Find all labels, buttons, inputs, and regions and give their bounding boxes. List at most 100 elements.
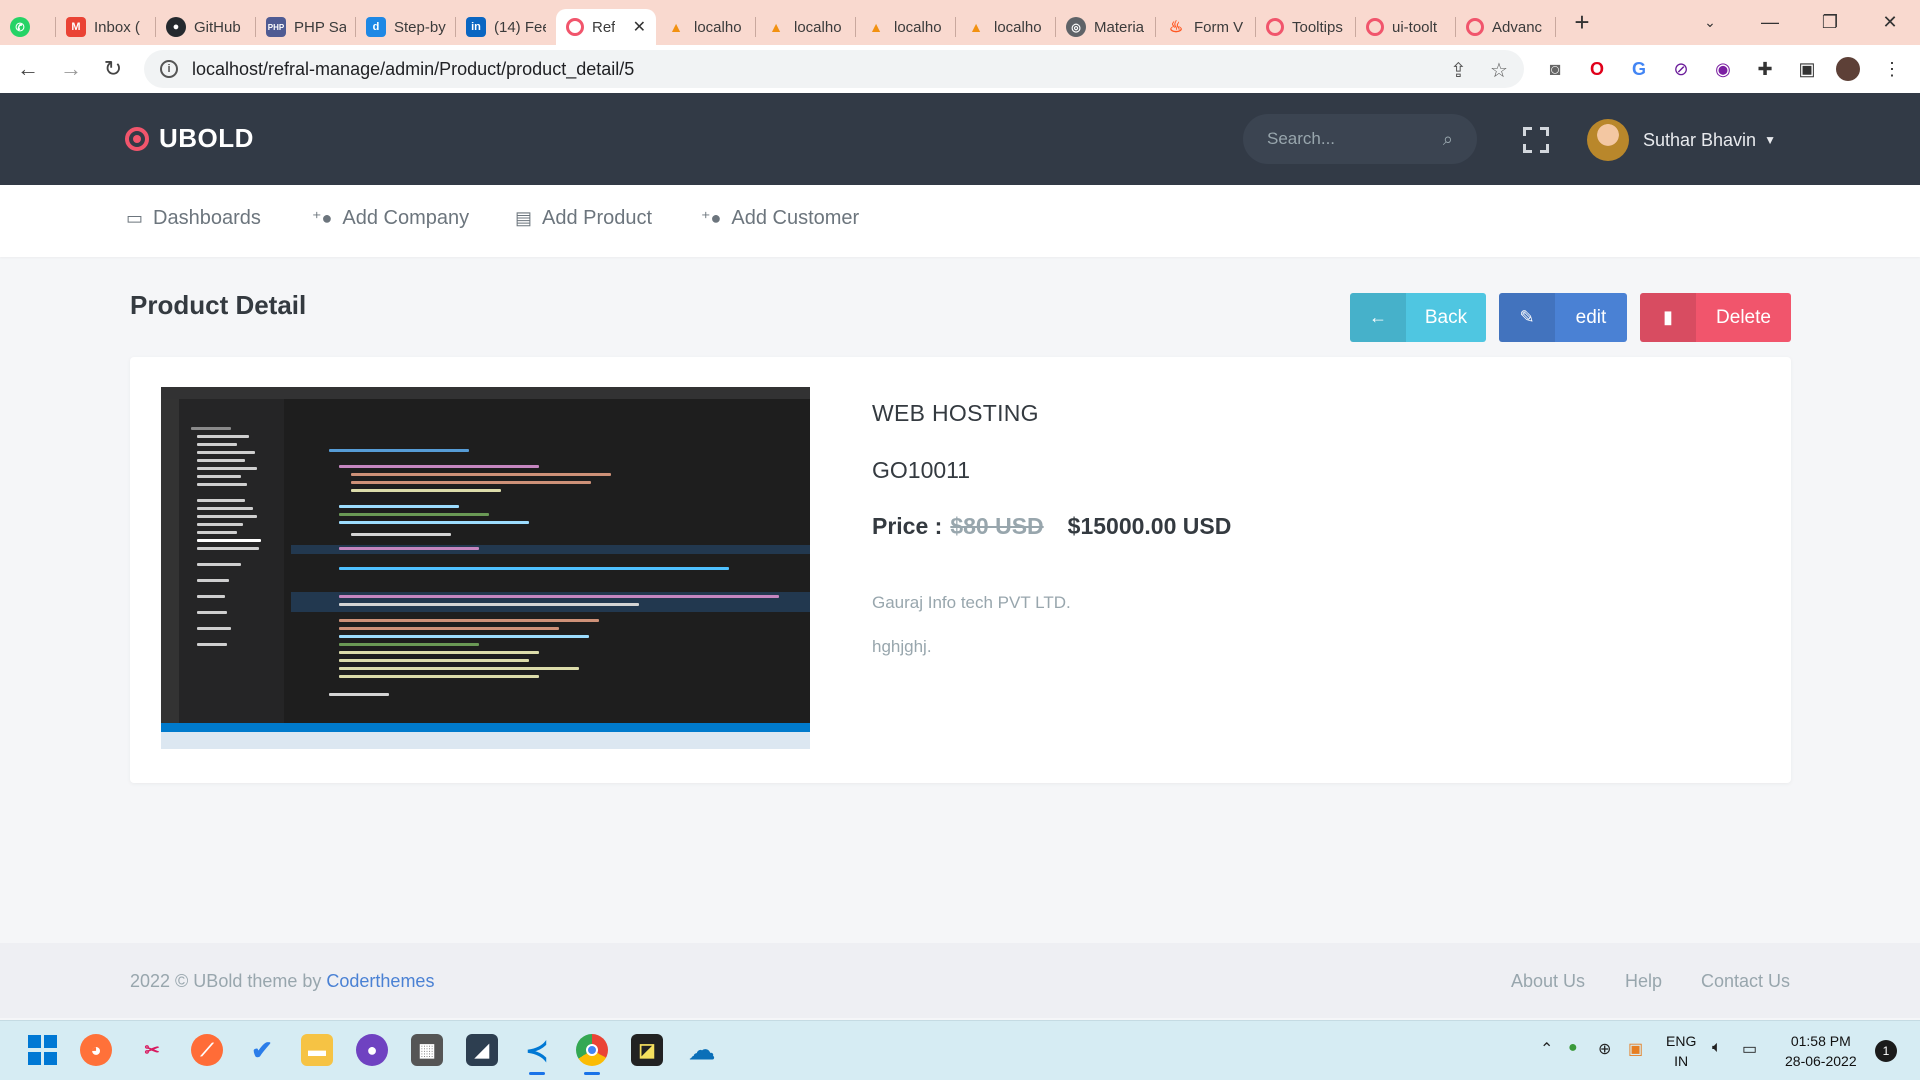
user-dropdown[interactable]: Suthar Bhavin ▼ bbox=[1587, 119, 1776, 161]
mysql-workbench-icon[interactable]: ◢ bbox=[466, 1034, 498, 1066]
tab-gmail[interactable]: M Inbox ( bbox=[56, 9, 156, 45]
maximize-icon[interactable]: ❐ bbox=[1800, 0, 1860, 45]
browser-menu-icon[interactable]: ⋮ bbox=[1880, 57, 1904, 81]
browser-tab-strip: ✆ M Inbox ( ● GitHub PHP PHP Sa d Step-b… bbox=[0, 0, 1920, 45]
system-clock[interactable]: 01:58 PM 28-06-2022 bbox=[1785, 1031, 1857, 1071]
tab-whatsapp[interactable]: ✆ bbox=[0, 9, 56, 45]
tab-advanced[interactable]: Advanc bbox=[1456, 9, 1556, 45]
file-explorer-icon[interactable]: ▬ bbox=[301, 1034, 333, 1066]
profile-avatar-icon[interactable] bbox=[1836, 57, 1860, 81]
tab-localhost-2[interactable]: ▲ localho bbox=[756, 9, 856, 45]
tray-app-icon[interactable]: ● bbox=[1568, 1039, 1578, 1057]
site-info-icon[interactable]: i bbox=[160, 60, 178, 78]
snipping-tool-icon[interactable]: ✂ bbox=[136, 1034, 168, 1066]
cloud-app-icon[interactable]: ☁ bbox=[686, 1034, 718, 1066]
opera-extension-icon[interactable]: O bbox=[1585, 57, 1609, 81]
coderthemes-link[interactable]: Coderthemes bbox=[326, 971, 434, 991]
reload-icon[interactable]: ↻ bbox=[93, 49, 133, 89]
tab-localhost-1[interactable]: ▲ localho bbox=[656, 9, 756, 45]
tray-chevron-up-icon[interactable]: ⌃ bbox=[1540, 1039, 1553, 1059]
side-panel-icon[interactable]: ▣ bbox=[1795, 57, 1819, 81]
battery-icon[interactable]: ▭ bbox=[1742, 1039, 1757, 1059]
tray-extension-icon[interactable]: ▣ bbox=[1628, 1039, 1643, 1059]
forward-arrow-icon[interactable]: → bbox=[51, 49, 91, 89]
share-icon[interactable]: ⇪ bbox=[1450, 58, 1467, 83]
tab-php[interactable]: PHP PHP Sa bbox=[256, 9, 356, 45]
bookmark-star-icon[interactable]: ☆ bbox=[1490, 58, 1508, 83]
extensions-puzzle-icon[interactable]: ✚ bbox=[1753, 57, 1777, 81]
tab-step-by[interactable]: d Step-by bbox=[356, 9, 456, 45]
windows-start-icon[interactable] bbox=[26, 1034, 58, 1066]
search-input[interactable] bbox=[1267, 129, 1427, 149]
menu-item-add-customer[interactable]: ⁺● Add Customer bbox=[701, 207, 859, 230]
back-arrow-icon[interactable]: ← bbox=[8, 49, 48, 89]
volume-icon[interactable]: 🔈︎ bbox=[1712, 1039, 1722, 1057]
footer-link-contact[interactable]: Contact Us bbox=[1701, 971, 1790, 992]
whatsapp-icon: ✆ bbox=[10, 17, 30, 37]
sticky-notes-icon[interactable]: ◪ bbox=[631, 1034, 663, 1066]
tab-search-icon[interactable]: ⌄ bbox=[1680, 0, 1740, 45]
tab-tooltips[interactable]: Tooltips bbox=[1256, 9, 1356, 45]
github-desktop-icon[interactable]: ● bbox=[356, 1034, 388, 1066]
globe-icon: ◎ bbox=[1066, 17, 1086, 37]
arrow-left-icon: ← bbox=[1350, 293, 1406, 342]
todo-icon[interactable]: ✔ bbox=[246, 1034, 278, 1066]
tab-form[interactable]: ♨ Form V bbox=[1156, 9, 1256, 45]
tab-github[interactable]: ● GitHub bbox=[156, 9, 256, 45]
tab-label: localho bbox=[894, 18, 942, 36]
tab-label: (14) Fee bbox=[494, 18, 546, 36]
calculator-icon[interactable]: ▦ bbox=[411, 1034, 443, 1066]
fullscreen-icon[interactable] bbox=[1523, 127, 1549, 153]
tab-ui-tooltip[interactable]: ui-toolt bbox=[1356, 9, 1456, 45]
phpmyadmin-icon: ▲ bbox=[769, 19, 783, 35]
delete-button[interactable]: ▮ Delete bbox=[1640, 293, 1791, 342]
edit-button[interactable]: ✎ edit bbox=[1499, 293, 1627, 342]
close-tab-icon[interactable]: ✕ bbox=[633, 17, 646, 37]
vscode-icon[interactable]: ≺ bbox=[521, 1034, 553, 1075]
language-indicator[interactable]: ENG IN bbox=[1666, 1031, 1696, 1071]
edit-button-label: edit bbox=[1575, 306, 1607, 328]
product-card: WEB HOSTING GO10011 Price : $80 USD $150… bbox=[130, 357, 1791, 783]
url-input[interactable]: i localhost/refral-manage/admin/Product/… bbox=[144, 50, 1524, 88]
app-logo[interactable]: UBOLD bbox=[125, 123, 254, 154]
notification-badge[interactable]: 1 bbox=[1875, 1040, 1897, 1062]
blocker-icon[interactable]: ⊘ bbox=[1669, 57, 1693, 81]
gmail-icon: M bbox=[66, 17, 86, 37]
tab-localhost-3[interactable]: ▲ localho bbox=[856, 9, 956, 45]
tab-localhost-4[interactable]: ▲ localho bbox=[956, 9, 1056, 45]
copyright: 2022 © UBold theme by Coderthemes bbox=[130, 971, 434, 992]
search-icon[interactable]: ⌕ bbox=[1443, 129, 1453, 150]
tab-label: PHP Sa bbox=[294, 18, 346, 36]
footer-link-about[interactable]: About Us bbox=[1511, 971, 1585, 992]
camera-icon[interactable]: ◙ bbox=[1543, 57, 1567, 81]
postman-icon[interactable]: ⟋ bbox=[191, 1034, 223, 1066]
minimize-icon[interactable]: — bbox=[1740, 0, 1800, 45]
company-name: Gauraj Info tech PVT LTD. bbox=[872, 593, 1071, 612]
delete-button-label: Delete bbox=[1716, 306, 1771, 328]
avatar bbox=[1587, 119, 1629, 161]
chrome-icon[interactable] bbox=[576, 1034, 608, 1075]
footer-link-help[interactable]: Help bbox=[1625, 971, 1662, 992]
menu-item-dashboards[interactable]: ▭ Dashboards bbox=[126, 207, 261, 230]
tab-linkedin[interactable]: in (14) Fee bbox=[456, 9, 556, 45]
file-icon: ▤ bbox=[515, 208, 533, 228]
page-title: Product Detail bbox=[130, 290, 307, 320]
php-icon: PHP bbox=[266, 17, 286, 37]
menu-item-add-product[interactable]: ▤ Add Product bbox=[515, 207, 652, 230]
back-button[interactable]: ← Back bbox=[1350, 293, 1486, 342]
ubold-icon bbox=[1266, 18, 1284, 36]
color-picker-icon[interactable]: ◉ bbox=[1711, 57, 1735, 81]
user-name: Suthar Bhavin bbox=[1643, 129, 1757, 150]
tray-network-icon[interactable]: ⊕ bbox=[1598, 1039, 1611, 1059]
tab-active-refral[interactable]: Ref ✕ bbox=[556, 9, 656, 45]
translate-icon[interactable]: G bbox=[1627, 57, 1651, 81]
monitor-icon: ▭ bbox=[126, 208, 144, 228]
user-plus-icon: ⁺● bbox=[701, 208, 722, 228]
linkedin-icon: in bbox=[466, 17, 486, 37]
tab-materia[interactable]: ◎ Materia bbox=[1056, 9, 1156, 45]
close-window-icon[interactable]: ✕ bbox=[1860, 0, 1920, 45]
chevron-down-icon: ▼ bbox=[1764, 133, 1776, 147]
menu-item-add-company[interactable]: ⁺● Add Company bbox=[312, 207, 469, 230]
firefox-icon[interactable]: ◕ bbox=[80, 1034, 112, 1066]
new-tab-icon[interactable]: + bbox=[1562, 7, 1602, 38]
